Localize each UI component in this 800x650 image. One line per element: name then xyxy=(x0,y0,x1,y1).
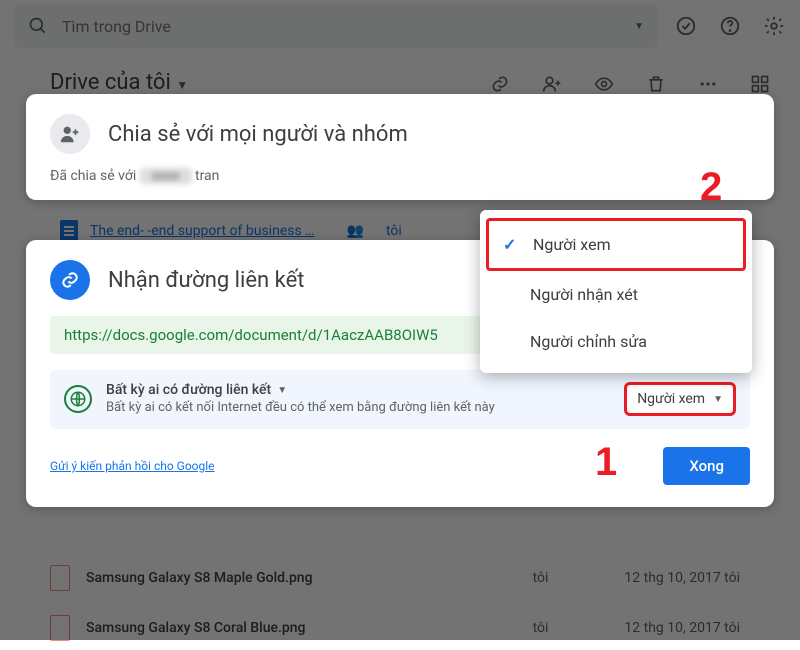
done-button[interactable]: Xong xyxy=(663,447,750,485)
link-access-row: Bất kỳ ai có đường liên kết▼ Bất kỳ ai c… xyxy=(50,370,750,429)
person-add-icon xyxy=(50,114,90,154)
feedback-link[interactable]: Gửi ý kiến phản hồi cho Google xyxy=(50,459,215,473)
get-link-title: Nhận đường liên kết xyxy=(108,268,304,293)
access-description: Bất kỳ ai có kết nối Internet đều có thể… xyxy=(106,400,566,417)
link-icon xyxy=(50,260,90,300)
chevron-down-icon: ▼ xyxy=(713,394,723,405)
role-dropdown-button[interactable]: Người xem▼ xyxy=(624,382,736,416)
role-menu: Người xem Người nhận xét Người chỉnh sửa xyxy=(480,210,752,373)
globe-icon xyxy=(64,385,92,413)
annotation-1: 1 xyxy=(595,440,617,485)
role-option-viewer[interactable]: Người xem xyxy=(486,218,746,271)
access-scope-button[interactable]: Bất kỳ ai có đường liên kết▼ xyxy=(106,382,610,398)
role-option-editor[interactable]: Người chỉnh sửa xyxy=(480,318,752,365)
share-people-card: Chia sẻ với mọi người và nhóm Đã chia sẻ… xyxy=(26,94,774,200)
chevron-down-icon: ▼ xyxy=(277,385,287,396)
shared-with-text: Đã chia sẻ với xxxx tran xyxy=(50,168,750,184)
annotation-2: 2 xyxy=(700,165,722,210)
share-title: Chia sẻ với mọi người và nhóm xyxy=(108,122,408,147)
role-option-commenter[interactable]: Người nhận xét xyxy=(480,271,752,318)
